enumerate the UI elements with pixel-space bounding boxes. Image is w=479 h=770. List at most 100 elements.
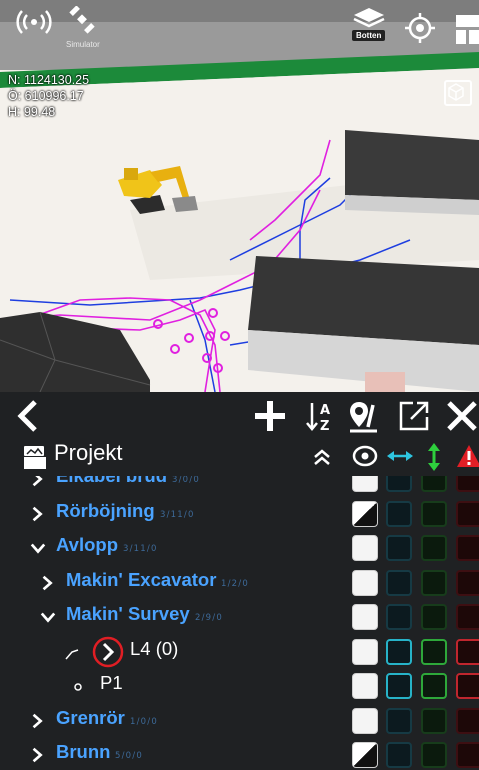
horizontal-tolerance-cell[interactable] [386,535,412,561]
horizontal-tolerance-cell[interactable] [386,673,412,699]
tree-row[interactable]: Makin' Excavator 1/2/0 [0,566,479,600]
visibility-checkbox[interactable] [352,707,378,734]
close-button[interactable] [444,396,479,436]
layers-icon[interactable] [352,6,392,32]
tree-row-label[interactable]: L4 (0) [130,638,178,660]
svg-text:A: A [320,403,330,418]
tree-row[interactable]: P1 [0,669,479,703]
chevron-right-icon[interactable] [30,711,46,731]
close-icon [446,401,477,431]
edit-pin-button[interactable] [346,396,382,436]
open-external-button[interactable] [396,396,432,436]
vertical-tolerance-cell[interactable] [421,638,447,665]
tree-row-label[interactable]: Rörböjning [56,500,155,522]
layer-badge[interactable]: Botten [352,30,386,41]
tree-row-label[interactable]: Makin' Excavator [66,569,216,591]
tree-row-label[interactable]: Avlopp [56,534,118,556]
visibility-eye-icon[interactable] [352,444,378,468]
warning-cell[interactable] [456,500,479,527]
building-middle [248,256,479,392]
plus-icon [255,401,285,431]
horizontal-tolerance-cell[interactable] [386,707,412,734]
warning-cell[interactable] [456,535,479,561]
visibility-checkbox[interactable] [352,742,378,768]
tree-row-label[interactable]: P1 [100,672,123,694]
collapse-all-icon[interactable] [312,448,332,466]
vertical-tolerance-cell[interactable] [421,476,447,492]
chevron-right-icon[interactable] [30,504,46,524]
tree-row[interactable]: Avlopp 3/11/0 [0,531,479,565]
gps-signal-icon[interactable] [14,8,56,38]
east-coordinate: Ö: 610996.17 [8,89,84,103]
visibility-checkbox[interactable] [352,604,378,630]
vertical-arrows-icon[interactable] [424,442,444,472]
svg-text:Z: Z [320,419,329,433]
vertical-tolerance-cell[interactable] [421,673,447,699]
horizontal-tolerance-cell[interactable] [386,569,412,596]
line-feature-icon[interactable] [60,635,140,669]
vertical-tolerance-cell[interactable] [421,535,447,561]
visibility-checkbox[interactable] [352,638,378,665]
map-view[interactable]: Simulator Botten N: 1124130.25 Ö: 610996… [0,0,479,392]
vertical-tolerance-cell[interactable] [421,742,447,768]
warning-cell[interactable] [456,569,479,596]
tree-row-label[interactable]: Elkabel brud [56,476,167,487]
project-title: Projekt [54,440,123,465]
3d-view-icon[interactable] [444,80,472,106]
split-view-icon[interactable] [452,12,479,48]
tree-row[interactable]: Grenrör 1/0/0 [0,704,479,738]
horizontal-tolerance-cell[interactable] [386,500,412,527]
warning-cell[interactable] [456,673,479,699]
layer-tree[interactable]: Elkabel brud 3/0/0 Rörböjning 3/11/0 Avlopp 3… [0,476,479,770]
tree-row-count: 5/0/0 [115,751,143,761]
vertical-tolerance-cell[interactable] [421,569,447,596]
chevron-down-icon[interactable] [30,538,46,558]
simulator-label: Simulator [66,40,100,49]
horizontal-tolerance-cell[interactable] [386,638,412,665]
back-button[interactable] [10,396,46,436]
tree-row[interactable]: Rörböjning 3/11/0 [0,497,479,531]
chevron-right-icon[interactable] [30,745,46,765]
visibility-checkbox[interactable] [352,673,378,699]
satellite-icon[interactable] [68,6,98,36]
visibility-checkbox[interactable] [352,569,378,596]
chevron-down-icon[interactable] [40,607,56,627]
tree-row[interactable]: Brunn 5/0/0 [0,738,479,770]
tree-row-count: 3/11/0 [123,544,158,554]
horizontal-tolerance-cell[interactable] [386,742,412,768]
panel-toolbar: A Z [0,392,479,438]
horizontal-arrows-icon[interactable] [386,446,414,466]
warning-cell[interactable] [456,742,479,768]
visibility-checkbox[interactable] [352,535,378,561]
vertical-tolerance-cell[interactable] [421,707,447,734]
add-button[interactable] [252,396,288,436]
visibility-checkbox[interactable] [352,476,378,492]
locate-icon[interactable] [404,12,440,48]
warning-cell[interactable] [456,476,479,492]
building-top-right [345,130,479,215]
tree-row-count: 1/0/0 [130,716,158,727]
vertical-tolerance-cell[interactable] [421,604,447,630]
warning-cell[interactable] [456,707,479,734]
north-coordinate: N: 1124130.25 [8,73,90,87]
tree-row[interactable]: L4 (0) [0,635,479,669]
coordinate-readout: N: 1124130.25 Ö: 610996.17 H: 99.48 [8,72,89,120]
tree-row-label[interactable]: Makin' Survey [66,603,190,625]
horizontal-tolerance-cell[interactable] [386,476,412,492]
open-external-icon [399,401,429,431]
tree-row[interactable]: Elkabel brud 3/0/0 [0,476,479,496]
visibility-checkbox[interactable] [352,500,378,527]
chevron-right-icon[interactable] [40,573,56,593]
chevron-right-icon[interactable] [30,476,46,489]
sort-button[interactable]: A Z [302,396,336,436]
horizontal-tolerance-cell[interactable] [386,604,412,630]
tree-row-label[interactable]: Brunn [56,741,110,763]
warning-icon[interactable] [456,443,479,469]
warning-cell[interactable] [456,638,479,665]
height-coordinate: H: 99.48 [8,105,56,119]
vertical-tolerance-cell[interactable] [421,500,447,527]
tree-row[interactable]: Makin' Survey 2/9/0 [0,600,479,634]
tree-row-label[interactable]: Grenrör [56,707,125,729]
warning-cell[interactable] [456,604,479,630]
sort-az-icon: A Z [306,403,330,433]
